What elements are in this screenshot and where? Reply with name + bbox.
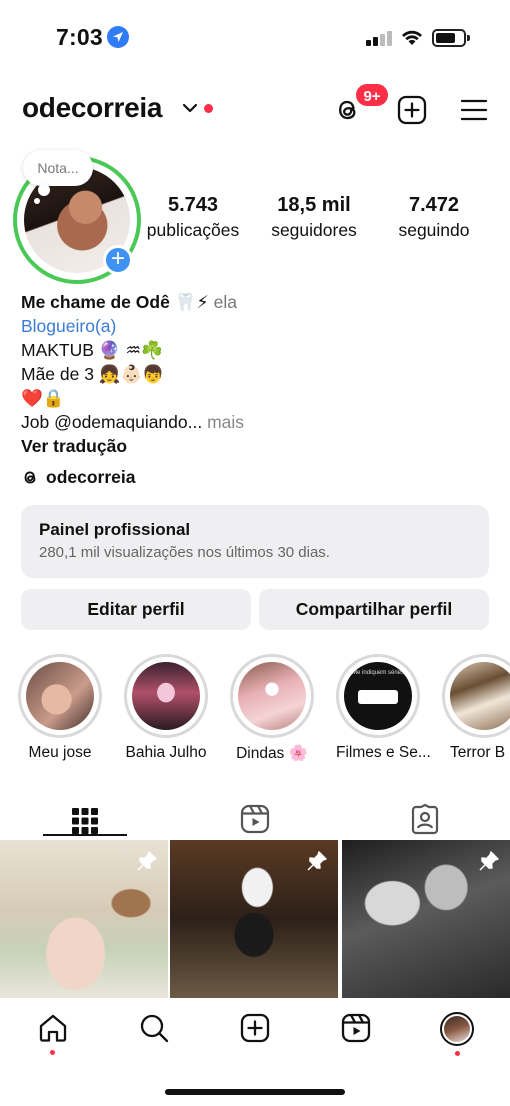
profile-username[interactable]: odecorreia <box>22 92 162 124</box>
reels-icon[interactable] <box>341 1013 371 1043</box>
highlight-item[interactable]: Terror B <box>442 654 510 762</box>
professional-dashboard[interactable]: Painel profissional 280,1 mil visualizaç… <box>21 505 489 578</box>
location-arrow-icon <box>107 26 129 48</box>
profile-notification-dot <box>455 1051 460 1056</box>
stat-posts-value: 5.743 <box>167 194 219 216</box>
threads-notification-badge: 9+ <box>354 82 390 108</box>
highlight-item[interactable]: Me indiquem séries Filmes e Se... <box>336 654 431 762</box>
note-bubble-tail-small <box>34 198 40 204</box>
dashboard-title: Painel profissional <box>39 520 191 539</box>
cellular-signal-icon <box>366 30 392 46</box>
active-tab-underline <box>43 834 127 836</box>
pin-icon <box>479 851 499 871</box>
see-translation-link[interactable]: Ver tradução <box>21 436 127 456</box>
reels-tab-icon[interactable] <box>240 795 270 843</box>
bio-pronouns: ela <box>213 292 237 312</box>
highlight-item[interactable]: Bahia Julho <box>124 654 208 762</box>
grid-post[interactable] <box>170 840 338 998</box>
pin-icon <box>137 851 157 871</box>
home-icon[interactable] <box>38 1013 68 1043</box>
account-notification-dot <box>204 104 213 113</box>
home-indicator <box>165 1089 345 1095</box>
highlight-cover: Me indiquem séries <box>344 662 412 730</box>
stat-following[interactable]: 7.472 seguindo <box>384 194 484 241</box>
highlight-cover <box>450 662 510 730</box>
threads-handle: odecorreia <box>46 467 136 487</box>
highlight-label: Filmes e Se... <box>336 744 431 761</box>
bio-line: MAKTUB 🔮 ♒☘️ <box>21 340 163 360</box>
note-bubble-tail <box>38 184 50 196</box>
stat-posts[interactable]: 5.743 publicações <box>140 194 246 241</box>
highlight-cover <box>238 662 306 730</box>
stat-followers-value: 18,5 mil <box>277 194 351 216</box>
search-icon[interactable] <box>139 1013 169 1043</box>
note-bubble[interactable]: Nota... <box>23 150 93 186</box>
chevron-down-icon[interactable] <box>182 103 198 113</box>
bio-more-link[interactable]: mais <box>207 412 244 432</box>
bio-job[interactable]: Job @odemaquiando... <box>21 412 202 432</box>
share-profile-button[interactable]: Compartilhar perfil <box>259 589 489 630</box>
dashboard-subtitle: 280,1 mil visualizações nos últimos 30 d… <box>39 544 330 561</box>
wifi-icon <box>402 30 422 45</box>
menu-hamburger-icon[interactable] <box>460 98 488 122</box>
highlight-story-text: Me indiquem séries <box>351 670 405 676</box>
grid-tab-icon[interactable] <box>71 797 99 845</box>
grid-post[interactable] <box>342 840 510 998</box>
highlight-label: Meu jose <box>28 744 92 761</box>
edit-profile-button[interactable]: Editar perfil <box>21 589 251 630</box>
profile-bio: Me chame de Odê 🦷⚡ ela Blogueiro(a) MAKT… <box>21 290 244 458</box>
stat-followers[interactable]: 18,5 mil seguidores <box>262 194 366 241</box>
grid-post[interactable] <box>0 840 168 998</box>
battery-icon <box>432 29 466 47</box>
highlight-label: Terror B <box>450 744 506 761</box>
pin-icon <box>307 851 327 871</box>
tagged-tab-icon[interactable] <box>410 795 440 843</box>
bio-line: ❤️🔒 <box>21 388 65 408</box>
stat-following-label: seguindo <box>398 220 470 240</box>
highlight-item[interactable]: Meu jose <box>18 654 102 762</box>
add-story-plus-icon[interactable]: + <box>103 245 133 275</box>
stat-posts-label: publicações <box>146 220 240 240</box>
status-time: 7:03 <box>56 24 103 50</box>
threads-small-icon <box>24 471 36 484</box>
battery-cap <box>467 35 470 41</box>
highlight-cover <box>26 662 94 730</box>
highlight-item[interactable]: Dindas 🌸 <box>230 654 314 763</box>
threads-profile-link[interactable]: odecorreia <box>21 467 135 488</box>
profile-tab-photo <box>444 1016 470 1042</box>
create-icon[interactable] <box>240 1013 270 1043</box>
status-bar: 7:03 <box>0 0 510 72</box>
stat-followers-label: seguidores <box>271 220 357 240</box>
bio-display-name: Me chame de Odê 🦷⚡ <box>21 292 209 312</box>
profile-tab-avatar[interactable] <box>440 1012 474 1046</box>
bio-category[interactable]: Blogueiro(a) <box>21 316 116 336</box>
bio-line: Mãe de 3 👧👶🏻👦 <box>21 364 165 384</box>
highlight-cover <box>132 662 200 730</box>
highlight-label: Dindas 🌸 <box>236 745 308 762</box>
highlight-story-box <box>358 690 398 704</box>
create-post-icon[interactable] <box>397 95 427 125</box>
home-notification-dot <box>50 1050 55 1055</box>
highlight-label: Bahia Julho <box>125 744 207 761</box>
stat-following-value: 7.472 <box>408 194 460 216</box>
